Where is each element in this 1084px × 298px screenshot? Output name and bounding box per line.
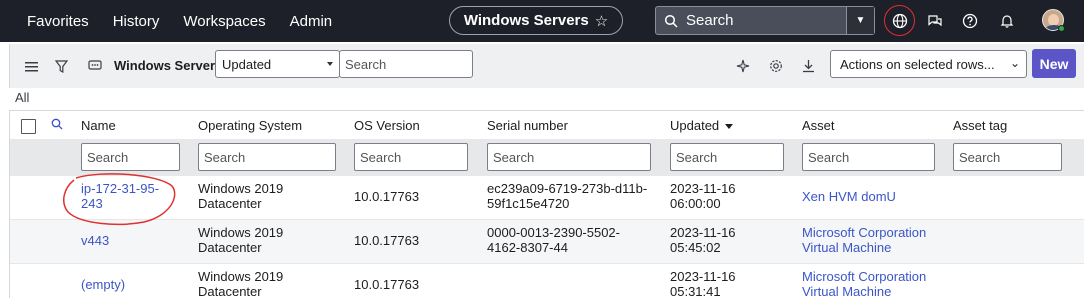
os-cell: Windows 2019 Datacenter (198, 225, 284, 255)
os-version-cell: 10.0.17763 (354, 189, 420, 204)
red-annotation-circle (62, 173, 176, 226)
chevron-down-icon (327, 62, 333, 66)
asset-link[interactable]: Xen HVM domU (802, 189, 896, 204)
download-icon[interactable] (799, 57, 817, 75)
sort-descending-icon (725, 124, 734, 130)
column-header-updated[interactable]: Updated (670, 118, 734, 133)
filter-asset-tag-input[interactable]: Search (953, 143, 1062, 171)
filter-updated-input[interactable]: Search (670, 143, 784, 171)
nav-history[interactable]: History (113, 13, 160, 30)
updated-cell: 2023-11-16 05:31:41 (670, 269, 736, 298)
breadcrumb[interactable]: All (15, 90, 29, 105)
presence-status-icon (1058, 25, 1065, 32)
sparkle-icon[interactable] (734, 57, 752, 75)
list-title: Windows Servers (114, 58, 223, 73)
list-toolbar: Windows Servers Updated Search Actions o… (9, 44, 1084, 88)
column-header-asset-tag[interactable]: Asset tag (953, 118, 1007, 133)
search-icon[interactable] (51, 118, 63, 133)
search-icon (656, 14, 686, 28)
column-header-updated-label: Updated (670, 118, 720, 133)
filter-serial-input[interactable]: Search (487, 143, 651, 171)
asset-link[interactable]: Microsoft Corporation Virtual Machine (802, 225, 926, 255)
column-header-operating-system[interactable]: Operating System (198, 118, 302, 133)
top-navigation-bar: Favorites History Workspaces Admin Windo… (0, 0, 1084, 42)
server-name-link[interactable]: v443 (81, 233, 109, 248)
serial-cell: 0000-0013-2390-5502- 4162-8307-44 (487, 225, 620, 255)
actions-select[interactable]: Actions on selected rows... ⌄ (830, 50, 1027, 78)
global-search-input[interactable]: Search (686, 12, 846, 29)
search-field-select[interactable]: Updated (215, 50, 340, 78)
new-button[interactable]: New (1032, 49, 1076, 78)
server-name-link[interactable]: (empty) (81, 277, 125, 292)
search-scope-dropdown[interactable]: ▼ (846, 7, 874, 34)
nav-workspaces[interactable]: Workspaces (183, 13, 265, 30)
filter-os-input[interactable]: Search (198, 143, 336, 171)
help-icon[interactable] (957, 8, 983, 34)
column-header-os-version[interactable]: OS Version (354, 118, 420, 133)
os-version-cell: 10.0.17763 (354, 233, 420, 248)
chevron-down-icon: ⌄ (1009, 56, 1020, 70)
context-menu-icon[interactable] (86, 57, 104, 75)
filter-name-input[interactable]: Search (81, 143, 180, 171)
hamburger-menu-icon[interactable] (22, 57, 40, 75)
os-version-cell: 10.0.17763 (354, 277, 420, 292)
column-header-serial-number[interactable]: Serial number (487, 118, 568, 133)
nav-admin[interactable]: Admin (290, 13, 333, 30)
column-header-name[interactable]: Name (81, 118, 116, 133)
column-header-asset[interactable]: Asset (802, 118, 835, 133)
table-row[interactable]: (empty) Windows 2019 Datacenter 10.0.1776… (10, 264, 1084, 298)
bell-icon[interactable] (994, 8, 1020, 34)
table-header-row: Name Operating System OS Version Serial … (10, 110, 1084, 139)
search-field-value: Updated (222, 57, 272, 72)
select-all-checkbox[interactable] (21, 119, 36, 134)
os-cell: Windows 2019 Datacenter (198, 181, 284, 211)
asset-link[interactable]: Microsoft Corporation Virtual Machine (802, 269, 926, 298)
context-title: Windows Servers (463, 12, 589, 29)
filter-os-version-input[interactable]: Search (354, 143, 468, 171)
updated-cell: 2023-11-16 05:45:02 (670, 225, 736, 255)
nav-favorites[interactable]: Favorites (27, 13, 89, 30)
serial-cell: ec239a09-6719-273b-d11b- 59f1c15e4720 (487, 181, 648, 211)
column-filter-row: Search Search Search Search Search Searc… (10, 139, 1084, 176)
star-icon[interactable]: ☆ (595, 12, 608, 30)
list-search-input[interactable]: Search (339, 50, 473, 78)
globe-icon[interactable] (887, 8, 913, 34)
filter-icon[interactable] (52, 57, 70, 75)
global-search[interactable]: Search ▼ (655, 6, 875, 35)
os-cell: Windows 2019 Datacenter (198, 269, 284, 298)
gear-icon[interactable] (767, 57, 785, 75)
updated-cell: 2023-11-16 06:00:00 (670, 181, 736, 211)
context-title-pill[interactable]: Windows Servers ☆ (449, 6, 623, 35)
actions-select-value: Actions on selected rows... (840, 57, 995, 72)
filter-asset-input[interactable]: Search (802, 143, 935, 171)
chat-icon[interactable] (922, 8, 948, 34)
